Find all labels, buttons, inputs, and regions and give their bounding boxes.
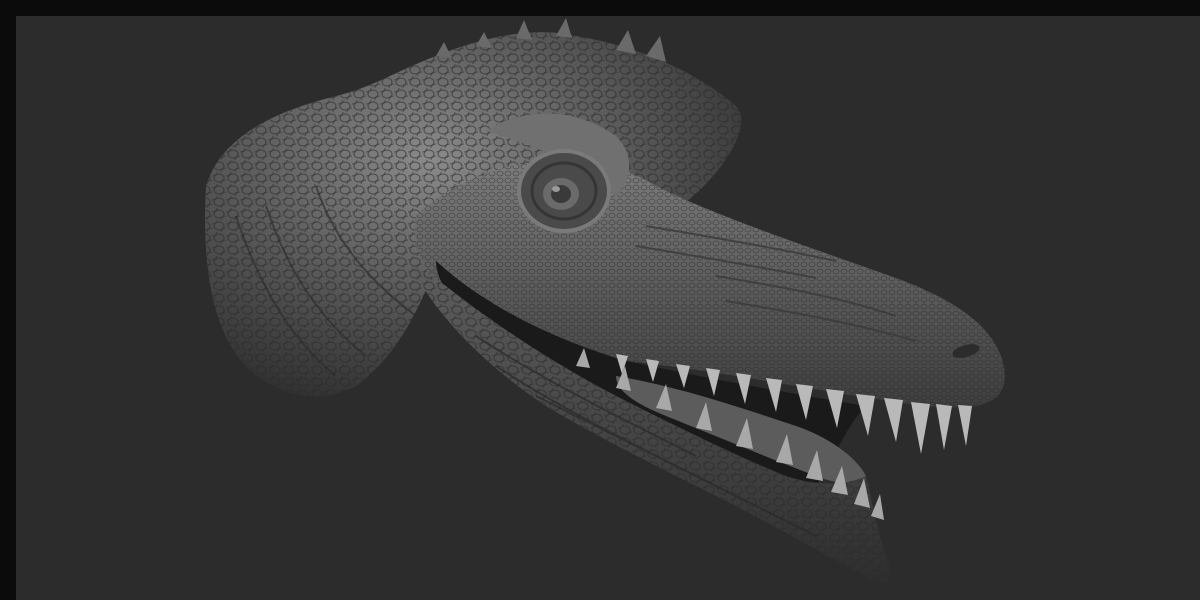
image-frame (0, 0, 1200, 600)
render-viewport (16, 16, 1200, 600)
dinosaur-head-render (205, 18, 1005, 584)
